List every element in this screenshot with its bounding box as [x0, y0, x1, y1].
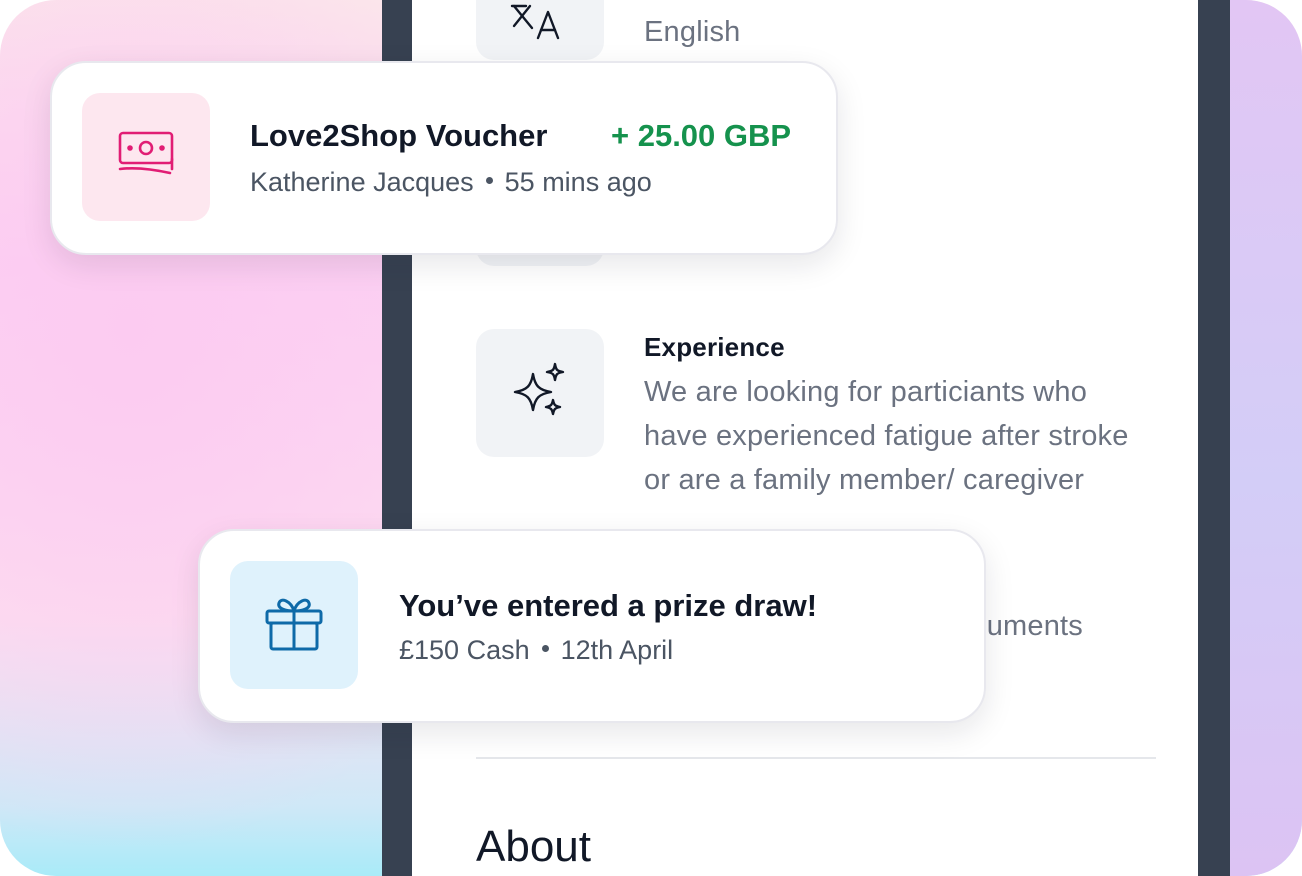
language-icon-tile — [476, 0, 604, 60]
sparkles-icon — [509, 360, 571, 427]
experience-description-line-2: have experienced fatigue after stroke — [644, 420, 1129, 452]
gift-icon — [263, 593, 325, 658]
translate-icon — [510, 4, 570, 57]
about-heading: About — [476, 822, 591, 871]
voucher-meta: Katherine Jacques 55 mins ago — [250, 167, 652, 198]
language-value: English — [644, 16, 741, 48]
separator-dot — [541, 645, 549, 653]
voucher-icon-tile — [82, 93, 210, 221]
documents-text: cuments — [972, 610, 1083, 642]
section-divider — [476, 757, 1156, 759]
voucher-amount: + 25.00 GBP — [611, 118, 792, 153]
voucher-time: 55 mins ago — [504, 167, 652, 197]
experience-description-line-3: or are a family member/ caregiver — [644, 464, 1085, 496]
banknote-icon — [116, 129, 176, 186]
experience-icon-tile — [476, 329, 604, 457]
voucher-notification-card[interactable]: Love2Shop Voucher + 25.00 GBP Katherine … — [50, 61, 838, 255]
prize-title: You’ve entered a prize draw! — [399, 588, 818, 623]
prize-amount: £150 Cash — [399, 635, 530, 665]
prize-date: 12th April — [560, 635, 674, 665]
experience-title: Experience — [644, 332, 785, 362]
separator-dot — [485, 177, 493, 185]
voucher-sender: Katherine Jacques — [250, 167, 474, 197]
prize-meta: £150 Cash 12th April — [399, 635, 673, 666]
experience-description-line-1: We are looking for particiants who — [644, 376, 1088, 408]
prize-icon-tile — [230, 561, 358, 689]
voucher-title: Love2Shop Voucher — [250, 118, 548, 153]
prize-notification-card[interactable]: You’ve entered a prize draw! £150 Cash 12… — [198, 529, 986, 723]
